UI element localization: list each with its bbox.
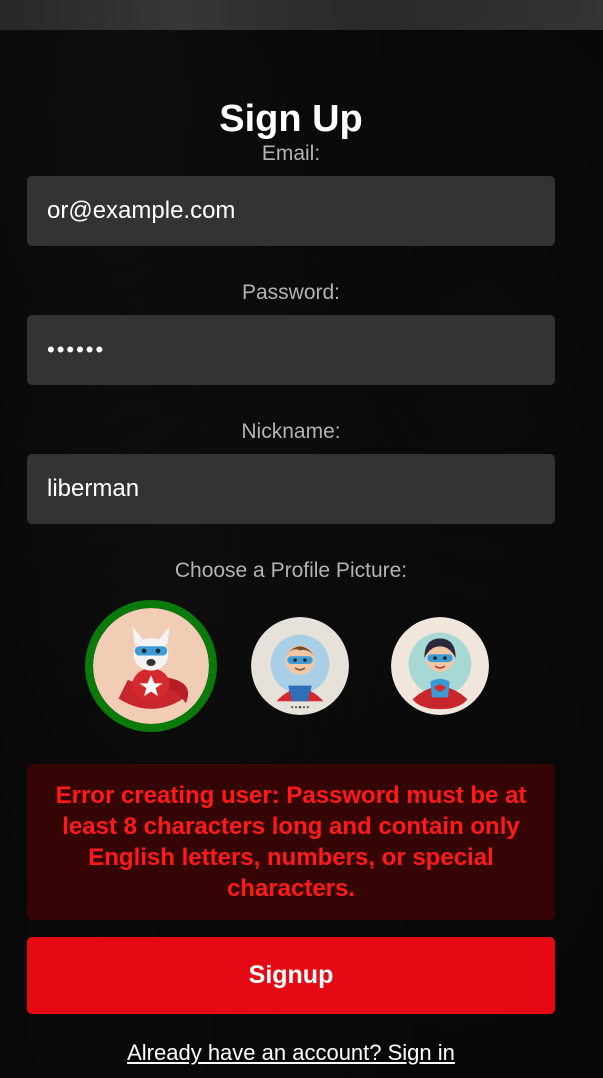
boy-superhero-avatar-icon [251,617,349,715]
password-label: Password: [241,281,341,304]
signup-form: Sign Up Email: or@example.com Password: … [27,96,555,1066]
email-field[interactable]: or@example.com [27,176,555,246]
dog-superhero-avatar-icon [93,608,209,724]
signin-link[interactable]: Already have an account? Sign in [27,1040,555,1066]
profile-picture-dog[interactable] [85,600,217,732]
error-message: Error creating user: Password must be at… [27,764,555,920]
header-band [0,0,603,30]
girl-superhero-avatar-icon [391,617,489,715]
profile-picture-label: Choose a Profile Picture: [174,559,408,582]
profile-picture-options [27,600,555,732]
email-label: Email: [261,142,321,165]
page-title: Sign Up [219,98,363,140]
profile-picture-girl[interactable] [383,609,497,723]
password-field[interactable]: •••••• [27,315,555,385]
signup-button[interactable]: Signup [27,937,555,1014]
nickname-label: Nickname: [241,420,341,443]
profile-picture-boy[interactable] [243,609,357,723]
nickname-field[interactable]: liberman [27,454,555,524]
